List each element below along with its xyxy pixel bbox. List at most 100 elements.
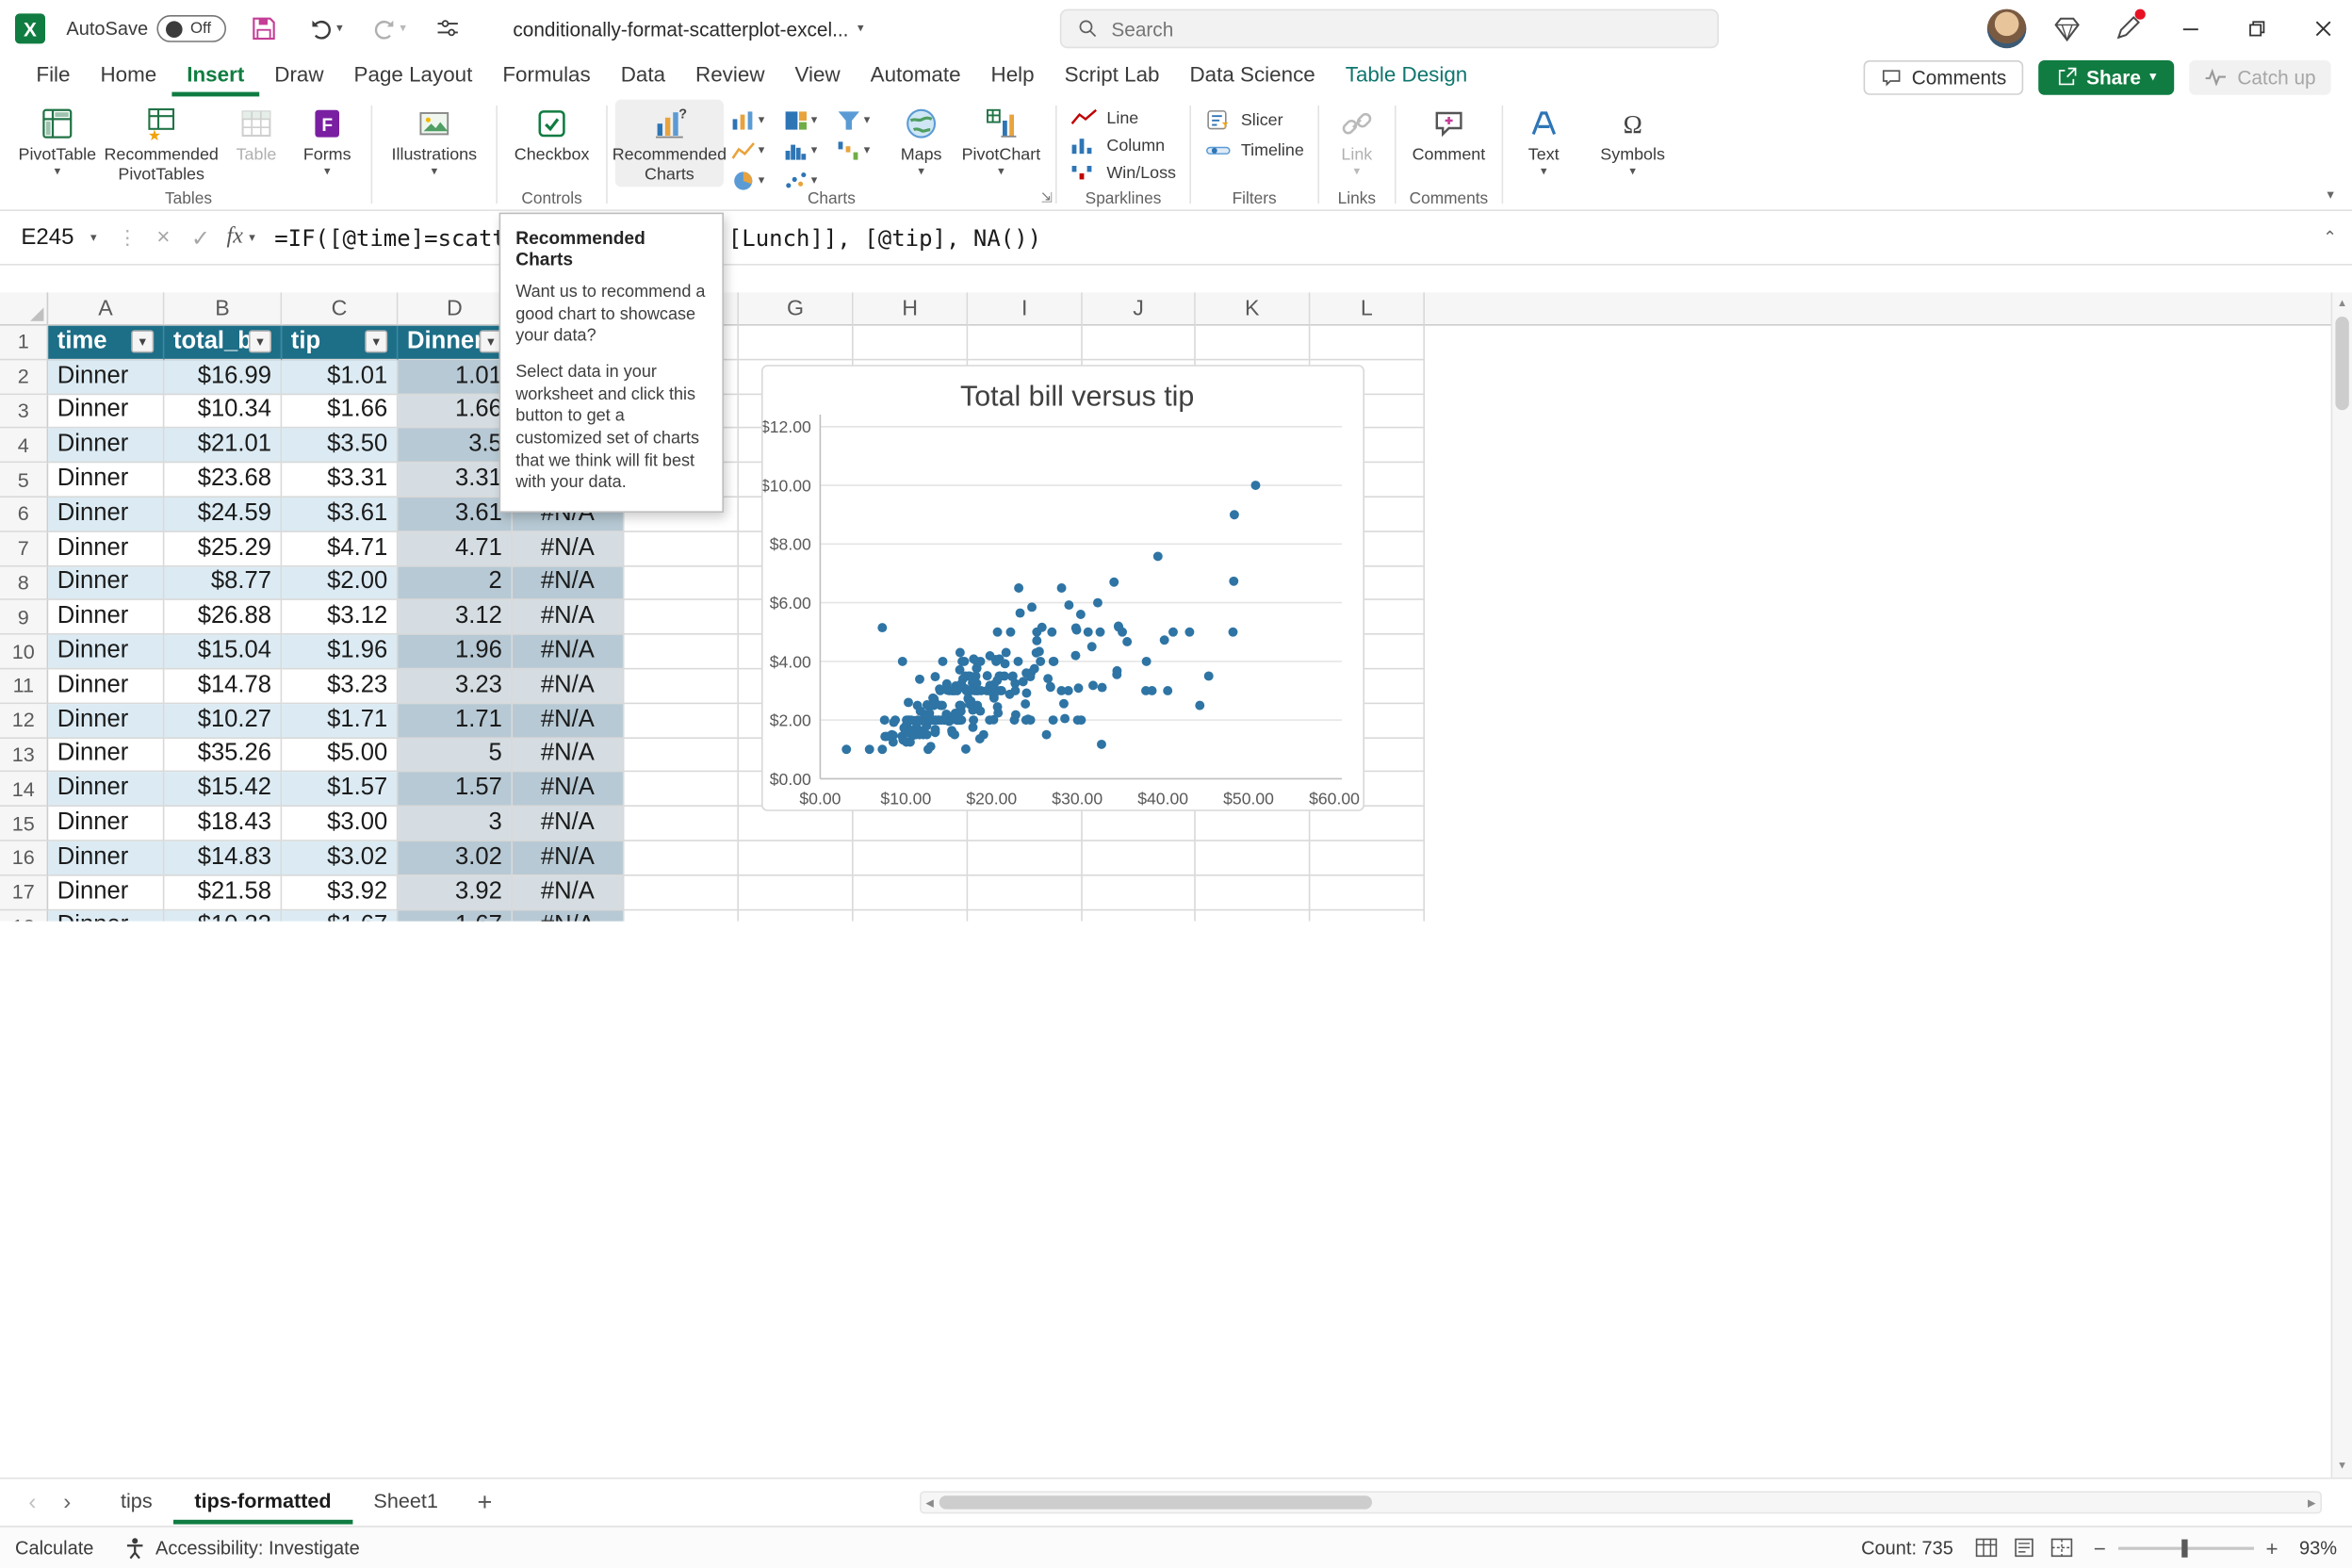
tab-insert[interactable]: Insert bbox=[172, 58, 259, 96]
cell-C8[interactable]: $2.00 bbox=[282, 566, 398, 600]
cell-B9[interactable]: $26.88 bbox=[164, 600, 282, 634]
name-box[interactable]: E245 ▾ bbox=[0, 224, 108, 250]
cell-D15[interactable]: 3 bbox=[398, 807, 513, 841]
cell-A9[interactable]: Dinner bbox=[48, 600, 164, 634]
scroll-left-arrow[interactable]: ◀ bbox=[925, 1496, 934, 1509]
cell-I17[interactable] bbox=[968, 875, 1083, 909]
cell-K16[interactable] bbox=[1196, 841, 1311, 875]
symbols-button[interactable]: Ω Symbols ▾ bbox=[1592, 100, 1673, 181]
cell-F18[interactable] bbox=[624, 910, 739, 922]
column-header-G[interactable]: G bbox=[739, 292, 854, 325]
search-input[interactable] bbox=[1111, 17, 1702, 40]
zoom-slider-knob[interactable] bbox=[2181, 1539, 2187, 1557]
cell-A11[interactable]: Dinner bbox=[48, 669, 164, 703]
cell-C13[interactable]: $5.00 bbox=[282, 738, 398, 772]
cell-F8[interactable] bbox=[624, 566, 739, 600]
cell-E12[interactable]: #N/A bbox=[513, 704, 624, 738]
row-header-13[interactable]: 13 bbox=[0, 738, 48, 772]
link-button[interactable]: Link ▾ bbox=[1327, 100, 1387, 181]
page-layout-view-icon[interactable] bbox=[2012, 1538, 2034, 1558]
cell-A3[interactable]: Dinner bbox=[48, 395, 164, 429]
cell-K18[interactable] bbox=[1196, 910, 1311, 922]
cell-F16[interactable] bbox=[624, 841, 739, 875]
cell-D16[interactable]: 3.02 bbox=[398, 841, 513, 875]
cell-I16[interactable] bbox=[968, 841, 1083, 875]
cell-H18[interactable] bbox=[854, 910, 969, 922]
column-chart-button[interactable]: ▾ bbox=[728, 108, 778, 133]
customize-quick-access-button[interactable] bbox=[429, 9, 468, 49]
cell-D6[interactable]: 3.61 bbox=[398, 498, 513, 531]
charts-dialog-launcher[interactable]: ⇲ bbox=[1041, 190, 1053, 207]
row-header-10[interactable]: 10 bbox=[0, 635, 48, 669]
line-chart-button[interactable]: ▾ bbox=[728, 139, 778, 163]
waterfall-chart-button[interactable]: ▾ bbox=[834, 139, 884, 163]
cell-C1[interactable]: tip▾ bbox=[282, 326, 398, 360]
sheet-tab-Sheet1[interactable]: Sheet1 bbox=[352, 1481, 459, 1524]
cell-L1[interactable] bbox=[1310, 326, 1425, 360]
column-header-C[interactable]: C bbox=[282, 292, 398, 325]
zoom-level[interactable]: 93% bbox=[2299, 1537, 2337, 1558]
tab-automate[interactable]: Automate bbox=[856, 58, 976, 96]
treemap-chart-button[interactable]: ▾ bbox=[781, 108, 831, 133]
horizontal-scrollbar[interactable]: ◀ ▶ bbox=[920, 1491, 2322, 1513]
cell-B2[interactable]: $16.99 bbox=[164, 360, 282, 394]
timeline-button[interactable]: Timeline bbox=[1199, 138, 1310, 163]
cell-J17[interactable] bbox=[1083, 875, 1196, 909]
document-title[interactable]: conditionally-format-scatterplot-excel..… bbox=[513, 17, 863, 40]
row-header-4[interactable]: 4 bbox=[0, 429, 48, 463]
tab-file[interactable]: File bbox=[21, 58, 85, 96]
sheet-tab-tips-formatted[interactable]: tips-formatted bbox=[173, 1481, 352, 1524]
cell-A12[interactable]: Dinner bbox=[48, 704, 164, 738]
cell-A15[interactable]: Dinner bbox=[48, 807, 164, 841]
cell-J16[interactable] bbox=[1083, 841, 1196, 875]
cell-F10[interactable] bbox=[624, 635, 739, 669]
cell-B11[interactable]: $14.78 bbox=[164, 669, 282, 703]
zoom-slider[interactable] bbox=[2118, 1546, 2254, 1549]
cell-A18[interactable]: Dinner bbox=[48, 910, 164, 922]
page-break-view-icon[interactable] bbox=[2050, 1538, 2072, 1558]
cell-B10[interactable]: $15.04 bbox=[164, 635, 282, 669]
column-header-A[interactable]: A bbox=[48, 292, 164, 325]
cell-F11[interactable] bbox=[624, 669, 739, 703]
cell-L17[interactable] bbox=[1310, 875, 1425, 909]
filter-button[interactable]: ▾ bbox=[131, 331, 154, 353]
close-button[interactable] bbox=[2301, 6, 2346, 51]
cell-D18[interactable]: 1.67 bbox=[398, 910, 513, 922]
accessibility-status[interactable]: Accessibility: Investigate bbox=[123, 1536, 359, 1560]
cell-H16[interactable] bbox=[854, 841, 969, 875]
checkbox-button[interactable]: Checkbox bbox=[505, 100, 598, 169]
cell-F13[interactable] bbox=[624, 738, 739, 772]
cell-D9[interactable]: 3.12 bbox=[398, 600, 513, 634]
tab-help[interactable]: Help bbox=[976, 58, 1050, 96]
tab-home[interactable]: Home bbox=[86, 58, 172, 96]
cell-B16[interactable]: $14.83 bbox=[164, 841, 282, 875]
column-header-I[interactable]: I bbox=[968, 292, 1083, 325]
slicer-button[interactable]: Slicer bbox=[1199, 107, 1310, 133]
row-header-6[interactable]: 6 bbox=[0, 498, 48, 531]
cell-G1[interactable] bbox=[739, 326, 854, 360]
redo-button[interactable]: ▾ bbox=[366, 9, 411, 49]
cell-K17[interactable] bbox=[1196, 875, 1311, 909]
cell-E8[interactable]: #N/A bbox=[513, 566, 624, 600]
cell-C5[interactable]: $3.31 bbox=[282, 464, 398, 498]
previous-sheet-arrow[interactable]: ‹ bbox=[15, 1490, 50, 1515]
cell-E17[interactable]: #N/A bbox=[513, 875, 624, 909]
row-header-11[interactable]: 11 bbox=[0, 669, 48, 703]
vertical-scrollbar[interactable]: ▲ ▼ bbox=[2331, 292, 2352, 1478]
comment-button[interactable]: Comment bbox=[1403, 100, 1494, 169]
normal-view-icon[interactable] bbox=[1974, 1538, 1997, 1558]
cell-D14[interactable]: 1.57 bbox=[398, 773, 513, 807]
count-status[interactable]: Count: 735 bbox=[1861, 1537, 1953, 1558]
cell-C6[interactable]: $3.61 bbox=[282, 498, 398, 531]
user-avatar[interactable] bbox=[1987, 9, 2027, 49]
tab-data[interactable]: Data bbox=[606, 58, 680, 96]
zoom-out-button[interactable]: − bbox=[2094, 1536, 2106, 1560]
scatter-chart-object[interactable]: $0.00$2.00$4.00$6.00$8.00$10.00$12.00$0.… bbox=[761, 365, 1364, 811]
calculate-status[interactable]: Calculate bbox=[15, 1537, 93, 1558]
cell-D2[interactable]: 1.01 bbox=[398, 360, 513, 394]
cell-F15[interactable] bbox=[624, 807, 739, 841]
row-header-2[interactable]: 2 bbox=[0, 360, 48, 394]
tab-data-science[interactable]: Data Science bbox=[1175, 58, 1331, 96]
tab-page-layout[interactable]: Page Layout bbox=[339, 58, 488, 96]
cell-G18[interactable] bbox=[739, 910, 854, 922]
